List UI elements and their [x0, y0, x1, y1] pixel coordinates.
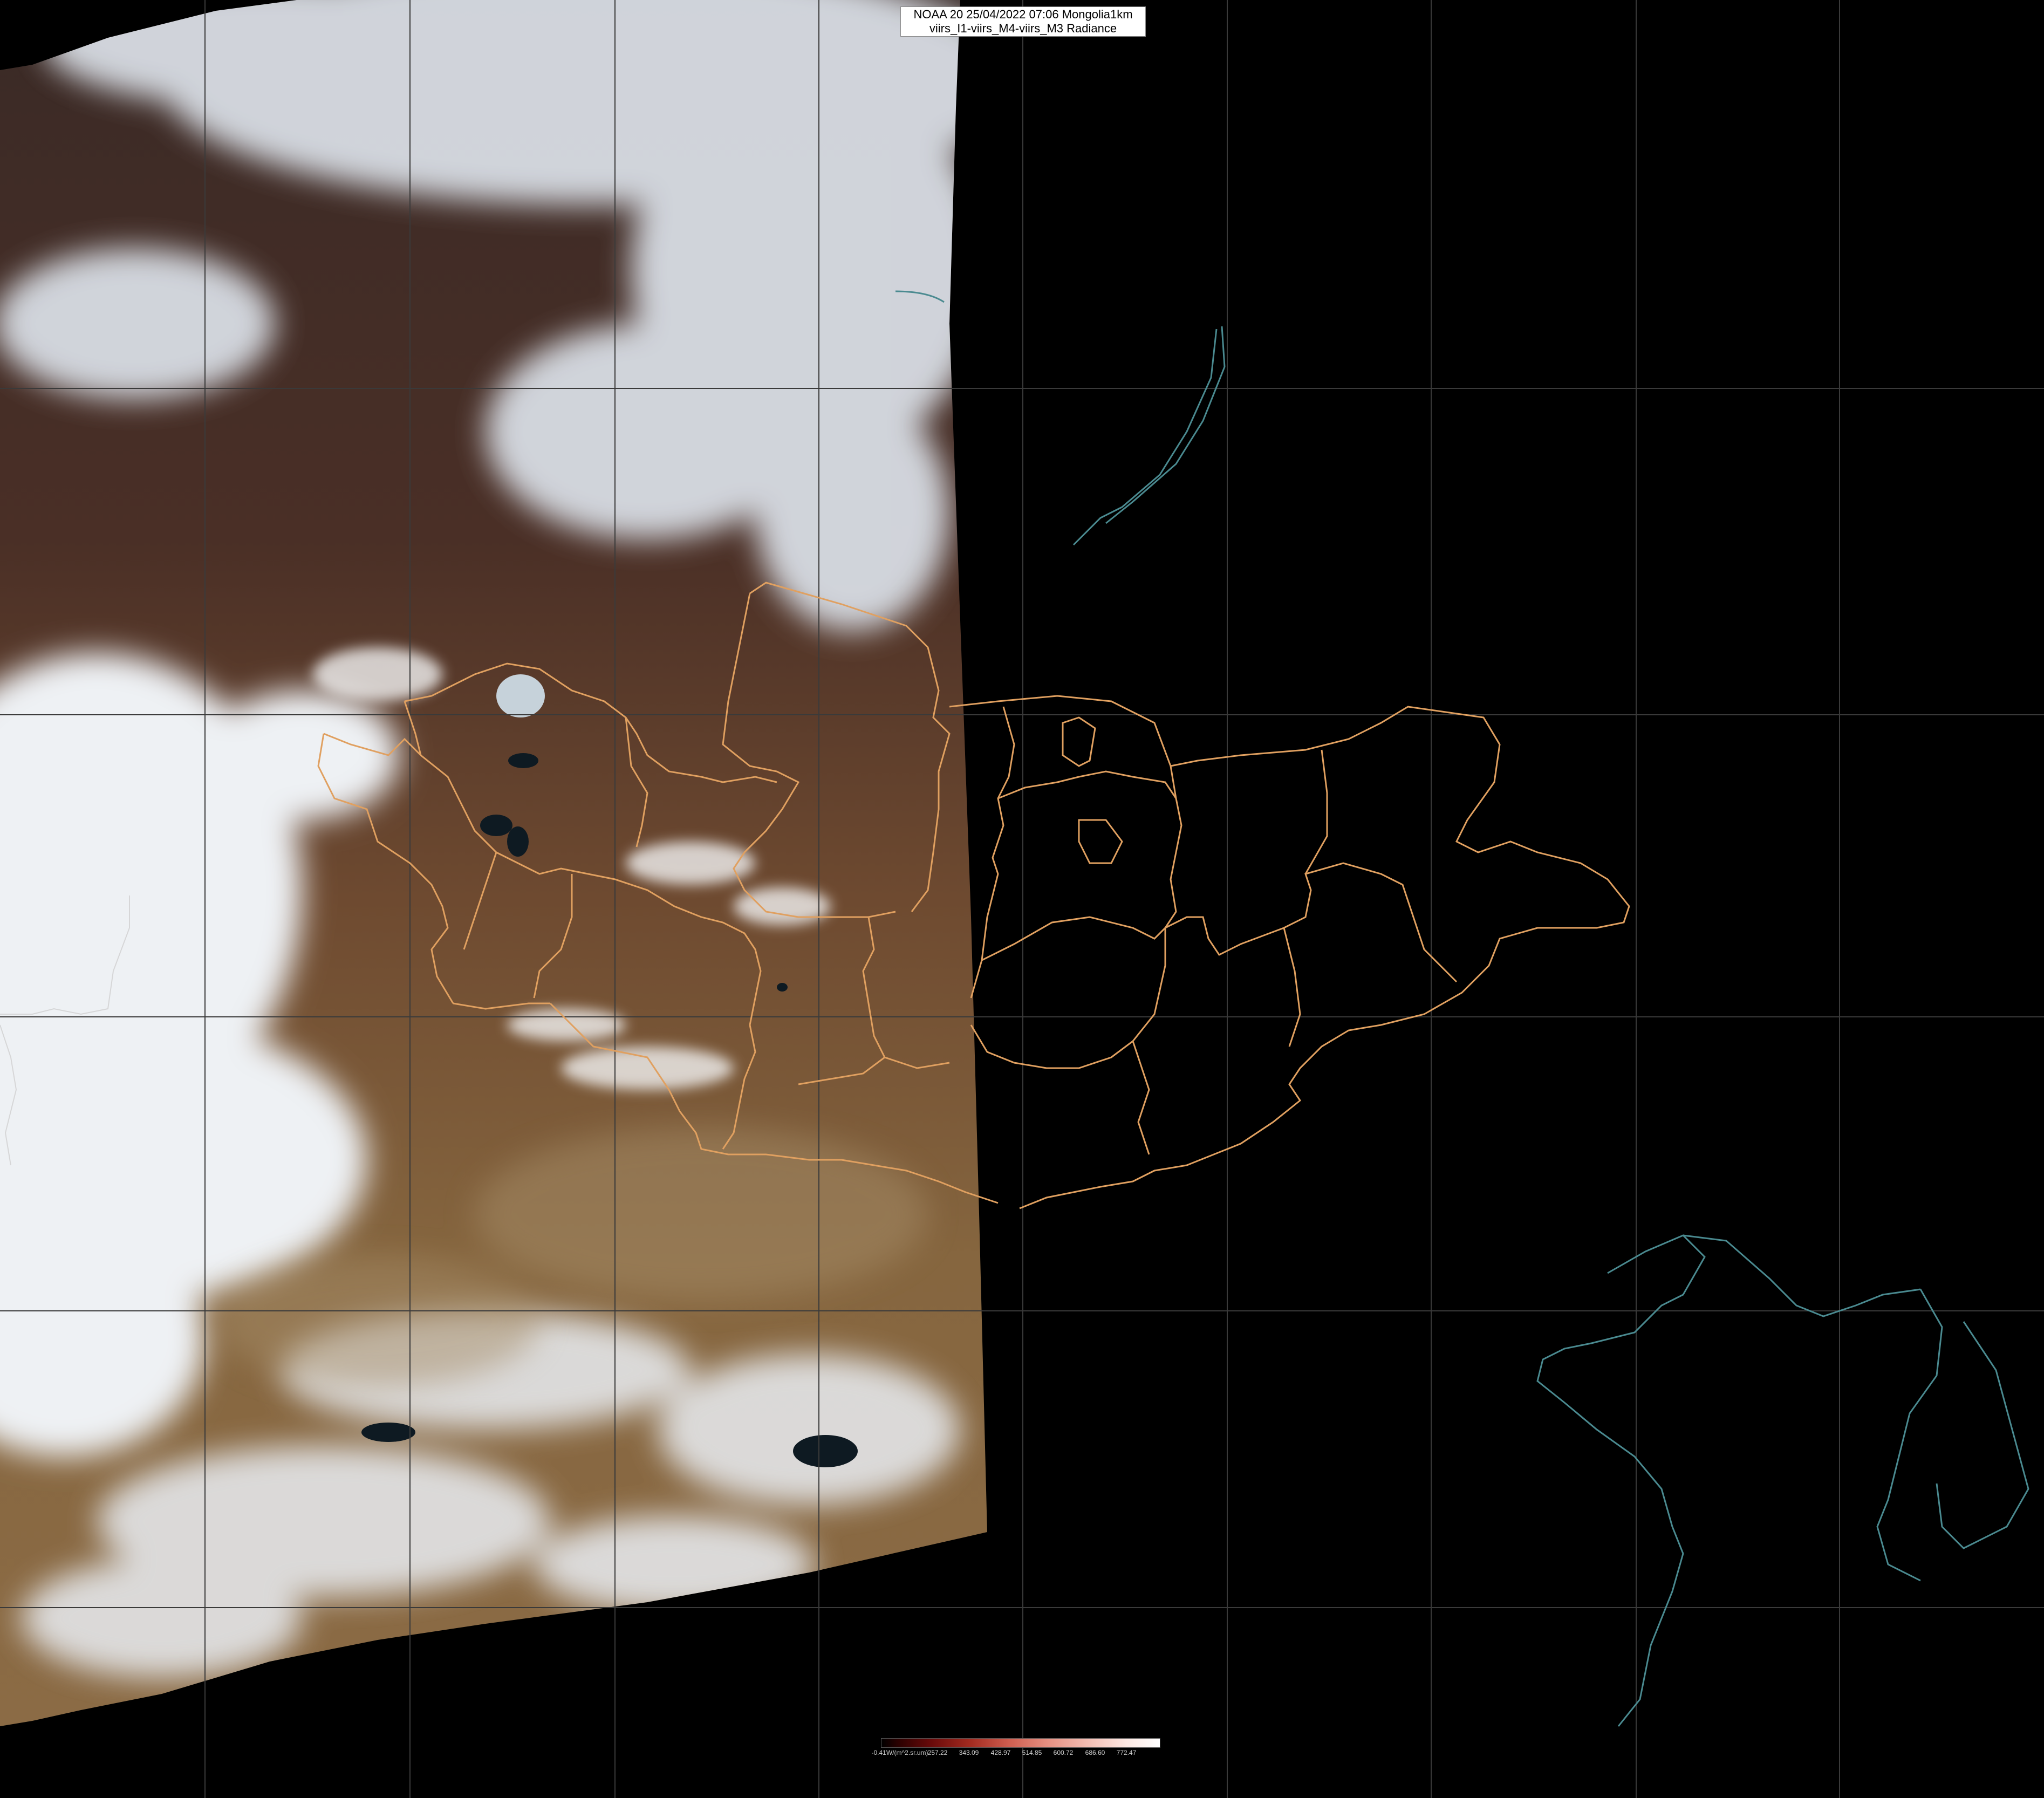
coastlines — [895, 290, 2029, 1727]
legend-tick: 428.97 — [990, 1749, 1011, 1756]
legend-tick-labels: -0.41W/(m^2.sr.um) 257.22 343.09 428.97 … — [872, 1748, 1160, 1760]
legend-tick: 686.60 — [1085, 1749, 1105, 1756]
satellite-swath — [0, 0, 987, 1726]
legend-tick: 343.09 — [959, 1749, 979, 1756]
title-line-2: viirs_I1-viirs_M4-viirs_M3 Radiance — [929, 22, 1117, 35]
legend-tick: 772.47 — [1116, 1749, 1137, 1756]
legend-tick: -0.41W/(m^2.sr.um) — [871, 1749, 928, 1756]
legend-tick: 600.72 — [1053, 1749, 1074, 1756]
title-line-1: NOAA 20 25/04/2022 07:06 Mongolia1km — [913, 8, 1133, 21]
radiance-color-legend: -0.41W/(m^2.sr.um) 257.22 343.09 428.97 … — [872, 1738, 1160, 1760]
legend-color-bar — [881, 1738, 1160, 1748]
legend-tick: 257.22 — [927, 1749, 948, 1756]
legend-tick: 514.85 — [1022, 1749, 1042, 1756]
image-title: NOAA 20 25/04/2022 07:06 Mongolia1km vii… — [900, 6, 1146, 37]
satellite-map — [0, 0, 2044, 1798]
